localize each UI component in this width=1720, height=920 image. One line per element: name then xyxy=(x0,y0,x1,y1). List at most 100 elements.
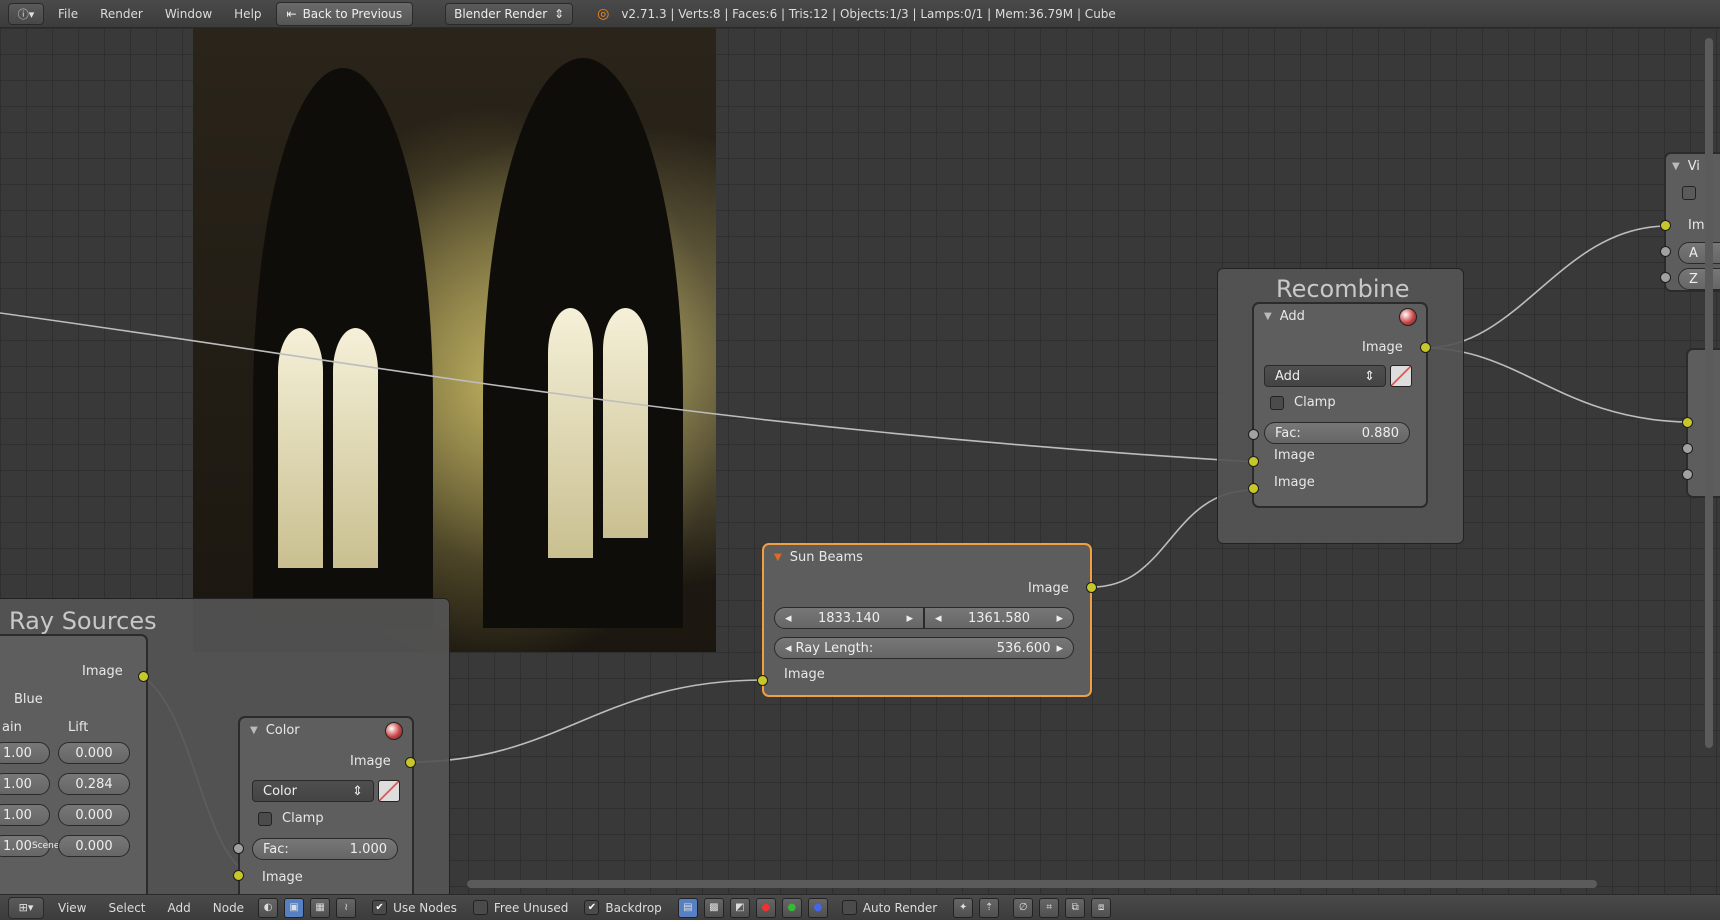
arrow-left-icon: ◂ xyxy=(785,610,792,626)
checkbox-empty-icon xyxy=(472,900,488,915)
composite-image-socket[interactable] xyxy=(1682,417,1693,428)
color-mix-input-socket[interactable] xyxy=(233,870,244,881)
gain-field-b[interactable]: 1.00 xyxy=(0,804,50,826)
viewer-alpha-checkbox[interactable] xyxy=(1682,186,1696,200)
preview-sphere-icon[interactable] xyxy=(1399,308,1417,326)
texture-nodes-icon[interactable]: ▦ xyxy=(310,897,331,918)
color-balance-output-socket[interactable] xyxy=(138,671,149,682)
add-title: Add xyxy=(1279,308,1305,324)
gain-field-a[interactable]: 1.00 Scene xyxy=(0,835,59,857)
shader-nodes-icon[interactable]: ◐ xyxy=(258,897,279,918)
blue-channel-icon[interactable]: ● xyxy=(807,897,828,918)
add-input-1-label: Image xyxy=(1274,448,1315,463)
backdrop-alpha-icon[interactable]: ▩ xyxy=(703,897,724,918)
sun-beams-node[interactable]: ▼ Sun Beams Image ◂ 1833.140 ▸ ◂ 1361.58… xyxy=(762,543,1092,697)
menu-node[interactable]: Node xyxy=(205,901,252,915)
lift-field-b[interactable]: 0.000 xyxy=(58,804,130,826)
source-y-field[interactable]: ◂ 1361.580 ▸ xyxy=(924,607,1074,629)
green-channel-icon[interactable]: ● xyxy=(781,897,802,918)
viewer-z-field[interactable]: Z xyxy=(1678,268,1720,290)
composite-alpha-socket[interactable] xyxy=(1682,443,1693,454)
menu-add[interactable]: Add xyxy=(160,901,199,915)
node-editor-canvas[interactable]: Ray Sources Image Blue ain Lift 1.00 1.0… xyxy=(0,28,1720,894)
pin-icon[interactable]: ✦ xyxy=(953,897,974,918)
back-to-previous-button[interactable]: ⇤ Back to Previous xyxy=(275,1,414,26)
render-engine-dropdown[interactable]: Blender Render ⇕ xyxy=(445,2,574,25)
viewer-alpha-socket[interactable] xyxy=(1660,246,1671,257)
paste-nodes-icon[interactable]: ⧈ xyxy=(1091,897,1112,918)
composite-z-socket[interactable] xyxy=(1682,469,1693,480)
add-fac-field[interactable]: Fac: 0.880 xyxy=(1264,422,1410,444)
backdrop-toggle[interactable]: ✔ Backdrop xyxy=(584,900,662,915)
gain-field-r[interactable]: 1.00 xyxy=(0,742,50,764)
free-unused-toggle[interactable]: Free Unused xyxy=(472,900,568,915)
menu-file[interactable]: File xyxy=(50,7,86,21)
add-input-2-socket[interactable] xyxy=(1248,483,1259,494)
go-to-parent-icon[interactable]: ⇡ xyxy=(979,897,1000,918)
arrow-right-icon: ▸ xyxy=(1056,640,1063,656)
back-to-previous-label: Back to Previous xyxy=(302,6,403,21)
collapse-triangle-icon[interactable]: ▼ xyxy=(1672,161,1680,172)
sun-beams-output-socket[interactable] xyxy=(1086,582,1097,593)
color-mix-output-label: Image xyxy=(350,754,391,769)
red-channel-icon[interactable]: ● xyxy=(755,897,776,918)
add-node[interactable]: ▼ Add Image Add ⇕ Clamp Fac: 0.880 Image… xyxy=(1252,302,1428,508)
copy-nodes-icon[interactable]: ⧉ xyxy=(1065,897,1086,918)
menu-help[interactable]: Help xyxy=(226,7,269,21)
backdrop-color-alpha-icon[interactable]: ▤ xyxy=(677,897,698,918)
collapse-triangle-icon[interactable]: ▼ xyxy=(774,552,782,563)
color-clamp-checkbox[interactable] xyxy=(258,812,272,826)
gain-field-g[interactable]: 1.00 xyxy=(0,773,50,795)
color-picker-icon[interactable] xyxy=(1390,365,1412,387)
add-input-1-socket[interactable] xyxy=(1248,456,1259,467)
viewer-image-socket[interactable] xyxy=(1660,220,1671,231)
color-balance-node[interactable]: Image Blue ain Lift 1.00 1.00 1.00 1.00 … xyxy=(0,634,148,894)
auto-render-toggle[interactable]: Auto Render xyxy=(841,900,937,915)
editor-type-button[interactable]: ⊞▾ xyxy=(8,896,44,919)
preview-sphere-icon[interactable] xyxy=(385,722,403,740)
add-clamp-checkbox[interactable] xyxy=(1270,396,1284,410)
arrow-right-icon: ▸ xyxy=(1056,610,1063,626)
menu-view[interactable]: View xyxy=(50,901,94,915)
lift-field-r[interactable]: 0.000 xyxy=(58,742,130,764)
add-input-2-label: Image xyxy=(1274,475,1315,490)
lift-field-g[interactable]: 0.284 xyxy=(58,773,130,795)
source-x-field[interactable]: ◂ 1833.140 ▸ xyxy=(774,607,924,629)
arrow-right-icon: ▸ xyxy=(906,610,913,626)
sun-beams-header[interactable]: ▼ Sun Beams xyxy=(764,545,1090,569)
checkbox-empty-icon xyxy=(841,900,857,915)
sun-beams-input-socket[interactable] xyxy=(757,675,768,686)
color-picker-icon[interactable] xyxy=(378,780,400,802)
color-fac-socket[interactable] xyxy=(233,843,244,854)
add-output-socket[interactable] xyxy=(1420,342,1431,353)
updown-icon: ⇕ xyxy=(1364,368,1375,384)
vertical-scrollbar[interactable] xyxy=(1705,38,1713,748)
menu-window[interactable]: Window xyxy=(157,7,220,21)
horizontal-scrollbar[interactable] xyxy=(467,880,1597,888)
channel-blue-label: Blue xyxy=(14,692,43,707)
menu-render[interactable]: Render xyxy=(92,7,151,21)
snap-element-icon[interactable]: ⌗ xyxy=(1039,897,1060,918)
arrow-left-icon: ◂ xyxy=(785,640,792,656)
color-fac-field[interactable]: Fac: 1.000 xyxy=(252,838,398,860)
collapse-triangle-icon[interactable]: ▼ xyxy=(1264,311,1272,322)
collapse-triangle-icon[interactable]: ▼ xyxy=(250,725,258,736)
custom-nodes-icon[interactable]: ≀ xyxy=(336,897,357,918)
viewer-z-socket[interactable] xyxy=(1660,272,1671,283)
backdrop-color-icon[interactable]: ◩ xyxy=(729,897,750,918)
viewer-alpha-field[interactable]: A xyxy=(1678,242,1720,264)
color-blend-mode-dropdown[interactable]: Color ⇕ xyxy=(252,780,374,802)
color-mix-node[interactable]: ▼ Color Image Color ⇕ Clamp Fac: 1.000 I… xyxy=(238,716,414,894)
add-fac-socket[interactable] xyxy=(1248,429,1259,440)
add-blend-mode-dropdown[interactable]: Add ⇕ xyxy=(1264,365,1386,387)
ray-length-field[interactable]: ◂ Ray Length: 536.600 ▸ xyxy=(774,637,1074,659)
compositing-nodes-icon[interactable]: ▣ xyxy=(284,897,305,918)
menu-select[interactable]: Select xyxy=(100,901,153,915)
use-nodes-toggle[interactable]: ✔ Use Nodes xyxy=(372,900,457,915)
lift-field-a[interactable]: 0.000 xyxy=(58,835,130,857)
color-mix-title: Color xyxy=(265,722,300,738)
editor-type-button[interactable]: ⓘ▾ xyxy=(8,2,44,25)
updown-icon: ⇕ xyxy=(352,783,363,799)
color-mix-output-socket[interactable] xyxy=(405,757,416,768)
snap-icon[interactable]: ∅ xyxy=(1013,897,1034,918)
